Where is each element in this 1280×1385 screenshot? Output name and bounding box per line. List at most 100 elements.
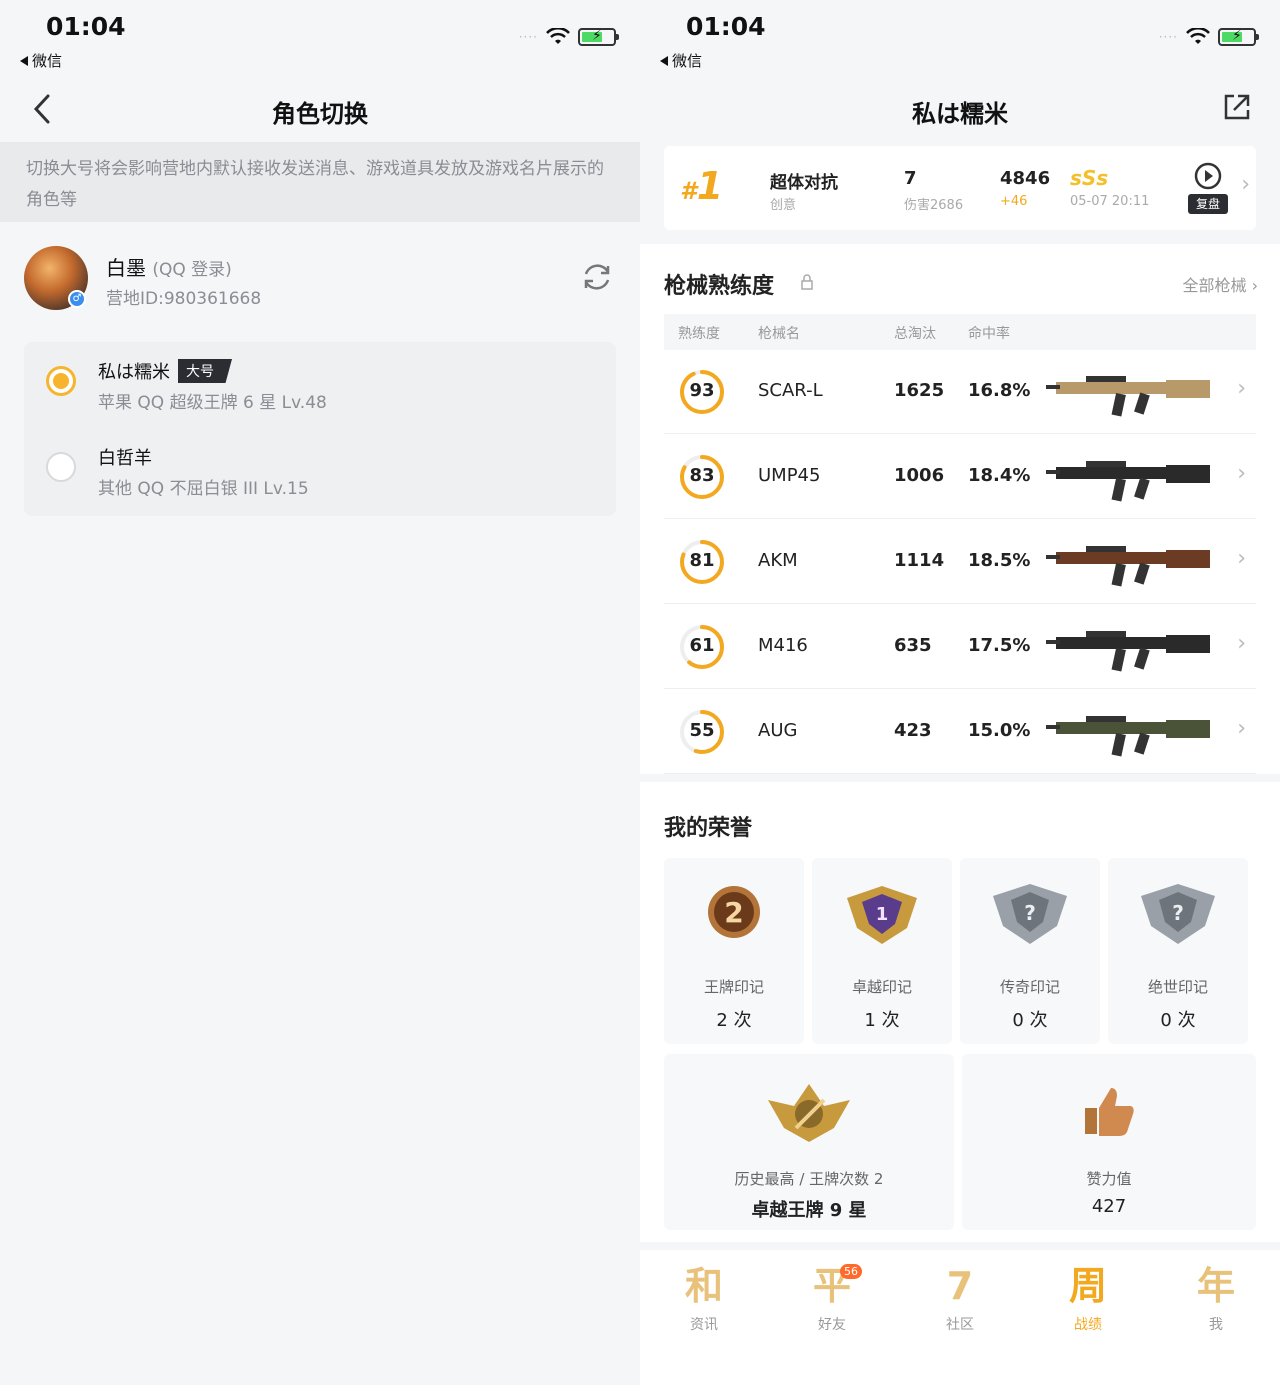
friends-tab-icon: 平 — [812, 1264, 851, 1308]
weapon-row[interactable]: 83 UMP45 1006 18.4% › — [664, 435, 1256, 519]
excellence-mark-icon: 1 — [847, 886, 917, 944]
weapon-eliminations: 635 — [894, 635, 932, 656]
match-score-delta: +46 — [1000, 194, 1028, 209]
weapon-proficiency-section: 枪械熟练度 全部枪械 › 熟练度 枪械名 总淘汰 命中率 93 SCAR-L 162… — [640, 244, 1280, 774]
back-app-label: 微信 — [32, 52, 63, 70]
svg-text:1: 1 — [876, 904, 889, 925]
rifle-icon — [1046, 461, 1210, 502]
peerless-mark-icon: ? — [1141, 884, 1215, 944]
tab-community[interactable]: 7 社区 — [910, 1264, 1010, 1344]
share-icon[interactable] — [1220, 90, 1254, 124]
refresh-icon[interactable] — [580, 260, 614, 294]
weapon-name: AKM — [758, 550, 798, 571]
status-time: 01:04 — [686, 12, 766, 41]
weapon-row[interactable]: 81 AKM 1114 18.5% › — [664, 520, 1256, 604]
wifi-icon — [1186, 28, 1210, 44]
chevron-right-icon: › — [1237, 716, 1246, 741]
chevron-right-icon: › — [1237, 631, 1246, 656]
honor-legend-mark[interactable]: ? 传奇印记 0 次 — [960, 858, 1100, 1044]
bottom-tab-bar: 和 资讯 平 好友 56 7 社区 周 战绩 年 我 — [640, 1250, 1280, 1385]
tab-news[interactable]: 和 资讯 — [654, 1264, 754, 1344]
all-weapons-link[interactable]: 全部枪械 › — [1183, 272, 1259, 296]
rifle-icon — [1046, 631, 1210, 672]
svg-text:?: ? — [1024, 901, 1036, 925]
match-score: 4846 — [1000, 168, 1051, 189]
battery-icon: ⚡ — [578, 28, 619, 46]
wifi-icon — [546, 28, 570, 44]
page-title: 角色切换 — [272, 100, 368, 128]
col-hit-rate: 命中率 — [968, 326, 1010, 342]
back-triangle-icon — [20, 55, 28, 66]
match-date: 05-07 20:11 — [1070, 194, 1150, 209]
match-mode-sub: 创意 — [770, 198, 797, 213]
match-kills: 7 — [904, 168, 917, 189]
honor-peerless-mark[interactable]: ? 绝世印记 0 次 — [1108, 858, 1248, 1044]
weapon-hit-rate: 18.4% — [968, 465, 1031, 486]
match-rank: #1 — [680, 164, 724, 208]
back-to-wechat[interactable]: 微信 — [20, 50, 62, 71]
honor-likes[interactable]: 赞力值 427 — [962, 1054, 1256, 1230]
role-option-alt[interactable]: 白哲羊 其他 QQ 不屈白银 III Lv.15 — [24, 428, 616, 514]
weapon-row[interactable]: 55 AUG 423 15.0% › — [664, 690, 1256, 774]
unread-badge: 56 — [840, 1264, 862, 1279]
main-account-tag: 大号 — [178, 359, 232, 383]
weapon-name: UMP45 — [758, 465, 821, 486]
radio-selected[interactable] — [46, 366, 76, 396]
proficiency-level: 81 — [689, 550, 715, 571]
weapon-hit-rate: 16.8% — [968, 380, 1031, 401]
col-proficiency: 熟练度 — [678, 326, 720, 342]
weapon-name: AUG — [758, 720, 798, 741]
weapon-hit-rate: 17.5% — [968, 635, 1031, 656]
role-name: 白哲羊 — [98, 448, 152, 469]
chevron-right-icon: › — [1237, 546, 1246, 571]
rifle-icon — [1046, 716, 1210, 757]
section-title: 枪械熟练度 — [664, 274, 775, 299]
status-bar: 01:04 微信 ···· ⚡ — [640, 0, 1280, 80]
weapon-hit-rate: 15.0% — [968, 720, 1031, 741]
weapon-row[interactable]: 61 M416 635 17.5% › — [664, 605, 1256, 689]
page-title: 私は糯米 — [912, 100, 1008, 128]
battery-icon: ⚡ — [1218, 28, 1259, 46]
proficiency-level: 61 — [689, 635, 715, 656]
weapon-row[interactable]: 93 SCAR-L 1625 16.8% › — [664, 350, 1256, 434]
weapon-eliminations: 1006 — [894, 465, 945, 486]
chevron-right-icon: › — [1237, 461, 1246, 486]
ace-mark-icon: 2 — [708, 886, 760, 938]
tab-records[interactable]: 周 战绩 — [1038, 1264, 1138, 1344]
role-switch-screen: 01:04 微信 ···· ⚡ 角色切换 切换大号将会影响营地内默认接收发送消息… — [0, 0, 640, 1385]
login-type: (QQ 登录) — [152, 260, 232, 280]
tab-friends[interactable]: 平 好友 56 — [782, 1264, 882, 1344]
highest-rank-icon — [768, 1084, 850, 1142]
me-tab-icon: 年 — [1196, 1264, 1235, 1308]
back-to-wechat[interactable]: 微信 — [660, 50, 702, 71]
news-tab-icon: 和 — [684, 1264, 723, 1308]
recent-match-card[interactable]: #1 超体对抗 创意 7 伤害2686 4846 +46 sSs 05-07 2… — [664, 146, 1256, 230]
honor-highest-rank[interactable]: 历史最高 / 王牌次数 2 卓越王牌 9 星 — [664, 1054, 954, 1230]
thumbs-up-icon — [1085, 1088, 1134, 1136]
status-bar: 01:04 微信 ···· ⚡ — [0, 0, 640, 80]
camp-id: 营地ID:980361668 — [106, 289, 262, 309]
replay-button[interactable]: 复盘 — [1188, 160, 1228, 218]
section-title: 我的荣誉 — [664, 816, 753, 841]
weapon-eliminations: 1625 — [894, 380, 945, 401]
proficiency-level: 83 — [689, 465, 715, 486]
status-indicators: ···· ⚡ — [519, 28, 619, 46]
community-tab-icon: 7 — [946, 1264, 974, 1308]
honor-ace-mark[interactable]: 2 王牌印记 2 次 — [664, 858, 804, 1044]
replay-icon — [1194, 162, 1222, 190]
match-damage: 伤害2686 — [904, 198, 964, 213]
lock-icon — [801, 274, 813, 290]
role-list: 私は糯米 大号 苹果 QQ 超级王牌 6 星 Lv.48 白哲羊 其他 QQ 不屈… — [24, 342, 616, 516]
records-tab-icon: 周 — [1068, 1264, 1107, 1308]
radio-unselected[interactable] — [46, 452, 76, 482]
role-option-main[interactable]: 私は糯米 大号 苹果 QQ 超级王牌 6 星 Lv.48 — [24, 342, 616, 428]
weapon-eliminations: 423 — [894, 720, 932, 741]
tab-me[interactable]: 年 我 — [1166, 1264, 1266, 1344]
honor-excellence-mark[interactable]: 1 卓越印记 1 次 — [812, 858, 952, 1044]
nav-bar: 私は糯米 — [640, 80, 1280, 140]
back-triangle-icon — [660, 55, 668, 66]
col-eliminations: 总淘汰 — [894, 326, 936, 342]
signal-icon: ···· — [1158, 30, 1178, 44]
chevron-right-icon: › — [1237, 376, 1246, 401]
switch-notice: 切换大号将会影响营地内默认接收发送消息、游戏道具发放及游戏名片展示的角色等 — [0, 142, 640, 222]
